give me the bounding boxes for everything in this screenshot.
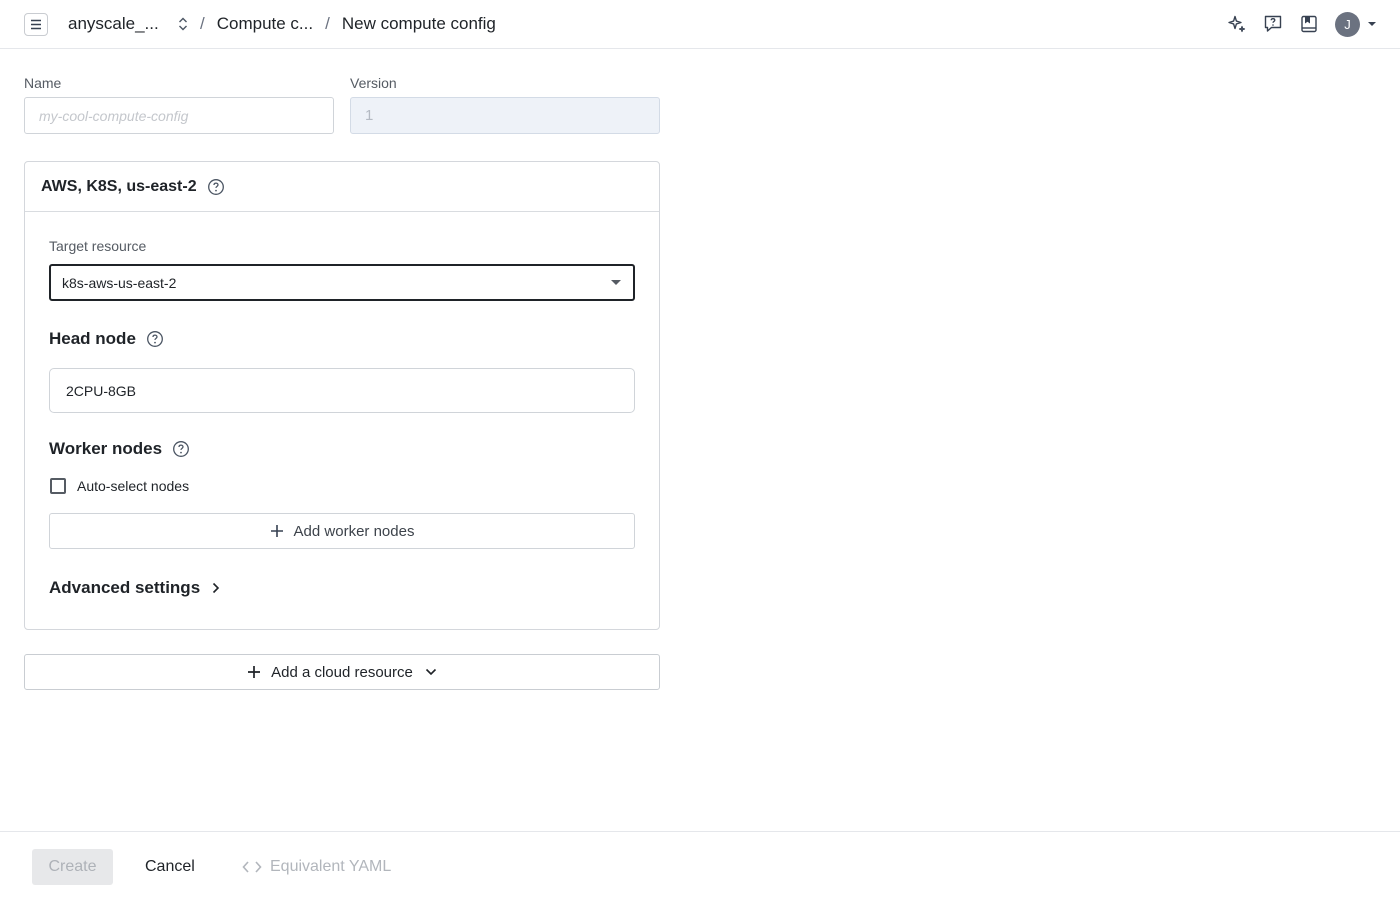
topbar-actions: J [1219,0,1376,48]
plus-icon [247,665,261,679]
question-circle-icon[interactable] [146,330,164,348]
caret-down-icon [611,280,621,285]
cloud-resource-title: AWS, K8S, us-east-2 [41,177,197,195]
hamburger-menu-icon[interactable] [24,13,48,36]
auto-select-nodes-label[interactable]: Auto-select nodes [77,478,189,494]
question-circle-icon[interactable] [172,440,190,458]
equivalent-yaml-label: Equivalent YAML [270,858,392,875]
breadcrumb-current-page: New compute config [341,14,496,33]
avatar: J [1335,11,1360,37]
breadcrumb: anyscale_... / Compute c... / New comput… [68,0,496,48]
add-worker-nodes-label: Add worker nodes [293,522,415,540]
project-switcher[interactable]: anyscale_... [68,14,164,34]
head-node-title: Head node [49,329,136,348]
equivalent-yaml-button[interactable]: Equivalent YAML [242,849,391,885]
target-resource-value: k8s-aws-us-east-2 [62,274,177,291]
add-cloud-resource-label: Add a cloud resource [271,663,413,681]
breadcrumb-separator: / [200,14,205,33]
worker-nodes-title: Worker nodes [49,439,163,458]
target-resource-label: Target resource [49,238,147,254]
version-field: 1 [350,97,660,134]
caret-down-icon [1368,22,1376,26]
help-chat-icon[interactable] [1255,6,1291,42]
head-node-heading: Head node [49,329,164,349]
cancel-button[interactable]: Cancel [145,849,195,885]
unfold-arrows-icon[interactable] [178,17,188,31]
name-input[interactable] [24,97,334,134]
version-label: Version [350,75,397,91]
code-icon [242,860,262,874]
breadcrumb-compute-configs-link[interactable]: Compute c... [217,14,313,34]
auto-select-nodes-row: Auto-select nodes [50,478,189,494]
name-label: Name [24,75,62,91]
cloud-resource-card: AWS, K8S, us-east-2 Target resource k8s-… [24,161,660,630]
head-node-selector[interactable]: 2CPU-8GB [49,368,635,413]
create-button[interactable]: Create [32,849,113,885]
form-footer: Create Cancel Equivalent YAML [0,831,1400,900]
chevron-down-icon [425,668,437,676]
top-navigation-bar: anyscale_... / Compute c... / New comput… [0,0,1400,49]
add-worker-nodes-button[interactable]: Add worker nodes [49,513,635,549]
add-cloud-resource-button[interactable]: Add a cloud resource [24,654,660,690]
sparkle-icon[interactable] [1219,6,1255,42]
cloud-resource-header: AWS, K8S, us-east-2 [25,162,659,212]
chevron-right-icon [212,582,220,594]
plus-icon [270,524,284,538]
target-resource-select[interactable]: k8s-aws-us-east-2 [49,264,635,301]
advanced-settings-toggle[interactable]: Advanced settings [49,578,220,598]
question-circle-icon[interactable] [207,178,225,196]
user-menu[interactable]: J [1335,11,1376,37]
breadcrumb-separator: / [325,14,330,33]
worker-nodes-heading: Worker nodes [49,439,190,459]
auto-select-nodes-checkbox[interactable] [50,478,66,494]
advanced-settings-label: Advanced settings [49,578,201,597]
book-icon[interactable] [1291,6,1327,42]
